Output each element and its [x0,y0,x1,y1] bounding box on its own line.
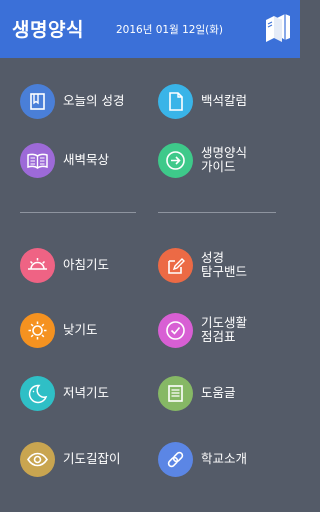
menu-dawn-devotion[interactable]: 새벽묵상 [20,141,160,185]
menu-label: 기도길잡이 [63,451,121,466]
edit-icon [158,248,193,283]
menu-noon-prayer[interactable]: 낮기도 [20,311,160,355]
sunrise-icon [20,248,55,283]
menu-prayer-checklist[interactable]: 기도생활 점검표 [158,311,298,355]
books-icon[interactable] [263,13,291,43]
menu-today-bible[interactable]: 오늘의 성경 [20,82,160,126]
app-title: 생명양식 [12,19,84,41]
menu-label: 기도생활 점검표 [201,315,248,344]
divider [20,212,136,213]
link-icon [158,442,193,477]
arrow-right-circle-icon [158,143,193,178]
document-icon [158,84,193,119]
bible-icon [20,84,55,119]
menu-morning-prayer[interactable]: 아침기도 [20,246,160,290]
open-book-icon [20,143,55,178]
menu-evening-prayer[interactable]: 저녁기도 [20,374,160,418]
moon-icon [20,376,55,411]
menu-school-intro[interactable]: 학교소개 [158,440,298,484]
menu-label: 백석칼럼 [201,93,248,108]
eye-icon [20,442,55,477]
menu-guide[interactable]: 생명양식 가이드 [158,141,298,185]
menu-label: 성경 탐구밴드 [201,250,248,279]
menu-help[interactable]: 도움글 [158,374,298,418]
menu-label: 학교소개 [201,451,248,466]
app-header: 생명양식 2016년 01월 12일(화) [0,0,300,58]
check-circle-icon [158,313,193,348]
menu-prayer-guide[interactable]: 기도길잡이 [20,440,160,484]
menu-label: 아침기도 [63,257,110,272]
menu-label: 새벽묵상 [63,152,110,167]
menu-bible-study-band[interactable]: 성경 탐구밴드 [158,246,298,290]
list-icon [158,376,193,411]
menu-label: 도움글 [201,385,236,400]
menu-label: 저녁기도 [63,385,110,400]
menu-label: 낮기도 [63,322,98,337]
sun-icon [20,313,55,348]
menu-baekseok-column[interactable]: 백석칼럼 [158,82,298,126]
menu-label: 오늘의 성경 [63,93,125,108]
divider [158,212,276,213]
menu-label: 생명양식 가이드 [201,145,248,174]
date-label: 2016년 01월 12일(화) [116,24,223,36]
